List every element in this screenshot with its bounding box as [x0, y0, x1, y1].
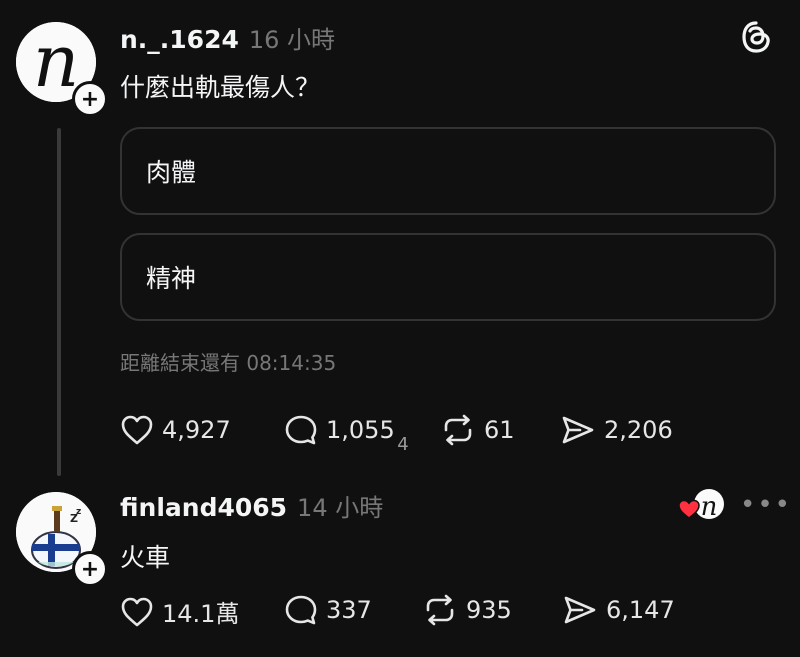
comment-bubble-icon [285, 595, 317, 625]
reply-timestamp[interactable]: 14 小時 [297, 488, 383, 523]
like-button[interactable]: 4,927 [120, 414, 231, 446]
repost-count: 61 [484, 416, 515, 444]
follow-plus-button[interactable]: + [72, 551, 108, 587]
heart-icon [121, 597, 153, 626]
poll-time-remaining: 距離結束還有 08:14:35 [120, 351, 337, 375]
comment-count: 1,055 4 [326, 416, 409, 455]
reply-text: 火車 [120, 543, 171, 572]
post-timestamp[interactable]: 16 小時 [249, 20, 335, 55]
reply-username[interactable]: finland4065 [120, 493, 287, 522]
follow-plus-button[interactable]: + [72, 81, 108, 117]
comment-count: 337 [326, 596, 372, 624]
red-heart-icon: n [678, 489, 724, 522]
post-header: n._.1624 16 小時 [120, 20, 335, 55]
repost-icon [426, 594, 454, 626]
comment-count-next-digit: 4 [397, 434, 409, 455]
share-button[interactable]: 2,206 [560, 414, 673, 446]
comment-bubble-icon [285, 415, 317, 445]
comment-button[interactable]: 1,055 4 [284, 414, 409, 455]
like-count: 14.1萬 [162, 600, 240, 628]
share-count: 6,147 [606, 596, 675, 624]
repost-count: 935 [466, 596, 512, 624]
poll-option-label: 精神 [146, 264, 197, 293]
poll-option-spirit[interactable]: 精神 [120, 233, 776, 321]
poll-option-body[interactable]: 肉體 [120, 127, 776, 215]
svg-text:n: n [33, 22, 79, 102]
share-count: 2,206 [604, 416, 673, 444]
more-options-button[interactable]: ••• [740, 490, 792, 520]
send-icon [562, 416, 594, 444]
liked-by-author-badge: n [678, 488, 726, 524]
post-question-text: 什麼出軌最傷人？ [120, 73, 321, 102]
reply-header: finland4065 14 小時 [120, 488, 383, 523]
repost-icon [444, 414, 472, 446]
svg-text:n: n [701, 492, 718, 522]
comment-button[interactable]: 337 [284, 594, 372, 626]
like-button[interactable]: 14.1萬 [120, 594, 239, 629]
plus-icon: + [80, 86, 100, 112]
heart-icon [121, 415, 153, 445]
comment-count-text: 1,05 [326, 416, 380, 444]
plus-icon: + [80, 556, 100, 582]
post-username[interactable]: n._.1624 [120, 25, 239, 54]
svg-text:z: z [76, 507, 81, 517]
repost-button[interactable]: 935 [422, 594, 512, 626]
share-button[interactable]: 6,147 [562, 594, 675, 626]
like-count: 4,927 [162, 416, 231, 444]
thread-connector-line [57, 128, 61, 476]
repost-button[interactable]: 61 [440, 414, 515, 446]
poll-option-label: 肉體 [146, 158, 197, 187]
send-icon [564, 596, 596, 624]
threads-logo-icon[interactable] [740, 20, 772, 58]
comment-count-rolling-digit: 5 [379, 416, 395, 444]
